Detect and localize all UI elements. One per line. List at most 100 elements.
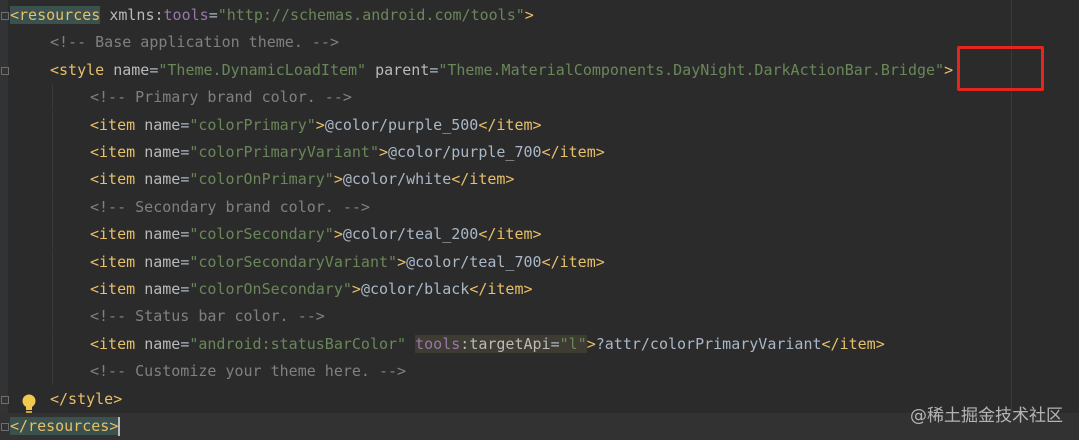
token-cmt: <!-- Secondary brand color. --> — [90, 197, 370, 216]
token-str: "colorPrimaryVariant" — [189, 143, 379, 161]
code-text: <!-- Base application theme. --> — [50, 29, 339, 56]
code-text: <item name="colorOnPrimary">@color/white… — [90, 166, 514, 193]
token-tag: > — [586, 334, 596, 353]
token-str: "android:statusBarColor" — [189, 334, 407, 353]
token-cmt: <!-- Status bar color. --> — [90, 307, 325, 326]
token-attr: name — [144, 143, 181, 161]
token-attr: name — [113, 60, 150, 79]
token-tag: <item — [90, 225, 136, 244]
code-text: <!-- Primary brand color. --> — [90, 84, 352, 111]
fold-marker-icon[interactable] — [1, 395, 9, 404]
token-str: "colorSecondaryVariant" — [189, 252, 398, 271]
token-attr: xmlns — [109, 6, 155, 24]
fold-marker-icon[interactable] — [1, 66, 9, 75]
indent-guide — [52, 111, 53, 139]
token-cmt: <!-- Customize your theme here. --> — [90, 362, 407, 381]
token-txt: : — [460, 334, 470, 353]
token-tag: <item — [90, 252, 136, 271]
token-str: "l" — [559, 334, 587, 353]
fold-marker-icon[interactable] — [1, 423, 9, 431]
token-txt: = — [180, 115, 190, 134]
token-txt: ?attr/colorPrimaryVariant — [595, 334, 822, 353]
token-tag: > — [524, 6, 534, 24]
text-caret — [118, 417, 121, 436]
token-txt: @color/teal_200 — [342, 225, 479, 244]
token-tag: </item> — [478, 225, 542, 244]
code-text: <item name = "android:statusBarColor" tool… — [90, 331, 885, 358]
token-txt: = — [180, 280, 190, 298]
token-txt: @color/purple_700 — [388, 143, 542, 161]
indent-guide — [52, 303, 53, 331]
token-str: "colorSecondary" — [189, 225, 334, 244]
token-attr: name — [144, 334, 181, 353]
token-tag: <item — [90, 334, 136, 353]
watermark: @稀土掘金技术社区 — [910, 406, 1063, 426]
indent-guide — [52, 248, 53, 276]
token-txt: = — [180, 170, 190, 189]
code-text: <item name="colorPrimary">@color/purple_… — [90, 112, 542, 139]
token-txt: @color/teal_700 — [406, 252, 542, 271]
token-tag: </style> — [50, 389, 123, 408]
code-text: <!-- Customize your theme here. --> — [90, 358, 406, 385]
lightbulb-icon[interactable] — [20, 393, 38, 415]
token-txt: @color/white — [342, 170, 452, 189]
token-tag: > — [397, 252, 407, 271]
token-tag: </item> — [541, 252, 605, 271]
token-txt: @color/black — [360, 280, 470, 298]
token-tag: </item> — [478, 115, 542, 134]
fold-marker-icon[interactable] — [1, 12, 9, 20]
code-text: <item name="colorSecondary">@color/teal_… — [90, 221, 542, 248]
token-attr: name — [144, 170, 181, 189]
token-attr: parent — [375, 60, 430, 79]
code-text: <!-- Secondary brand color. --> — [90, 194, 370, 221]
token-attr: targetApi — [469, 334, 551, 353]
indent-guide — [52, 221, 53, 249]
code-text: <!-- Status bar color. --> — [90, 303, 325, 330]
indent-guide — [52, 358, 53, 386]
indent-guide — [52, 166, 53, 194]
token-txt: = — [180, 252, 190, 271]
token-tag: <item — [90, 115, 136, 134]
token-attr: name — [144, 225, 181, 244]
token-tag: </item> — [541, 143, 605, 161]
token-txt: = — [429, 60, 439, 79]
indent-guide — [52, 330, 53, 358]
indent-guide — [52, 84, 53, 112]
code-text: <resources xmlns:tools="http://schemas.a… — [10, 2, 534, 29]
code-editor[interactable]: <resources xmlns:tools="http://schemas.a… — [0, 0, 1079, 440]
indent-guide — [52, 193, 53, 221]
token-ns: tools — [415, 334, 461, 353]
token-txt: = — [550, 334, 560, 353]
token-txt: = — [180, 143, 190, 161]
token-tag: </item> — [469, 280, 533, 298]
token-ns: tools — [163, 6, 209, 24]
token-tag: > — [351, 280, 361, 298]
token-cmt: <!-- Primary brand color. --> — [90, 88, 352, 107]
token-str: "colorOnSecondary" — [189, 280, 352, 298]
token-cmt: <!-- Base application theme. --> — [50, 33, 339, 52]
token-tag: </item> — [451, 170, 515, 189]
token-tag: </item> — [821, 334, 885, 353]
token-tag: <item — [90, 170, 136, 189]
token-str: "Theme.DynamicLoadItem" — [158, 60, 367, 79]
code-text: <style name = "Theme.DynamicLoadItem" pare… — [50, 57, 953, 84]
token-tag: > — [315, 115, 325, 134]
token-txt: @color/purple_500 — [324, 115, 479, 134]
code-text: <item name="colorSecondaryVariant">@colo… — [90, 249, 605, 276]
token-tag: <resources — [10, 6, 101, 24]
token-txt: = — [208, 6, 218, 24]
token-str: "colorPrimary" — [189, 115, 316, 134]
token-tag: > — [333, 225, 343, 244]
token-txt: = — [180, 225, 190, 244]
token-tag: <style — [50, 60, 105, 79]
token-tag: <item — [90, 280, 136, 298]
